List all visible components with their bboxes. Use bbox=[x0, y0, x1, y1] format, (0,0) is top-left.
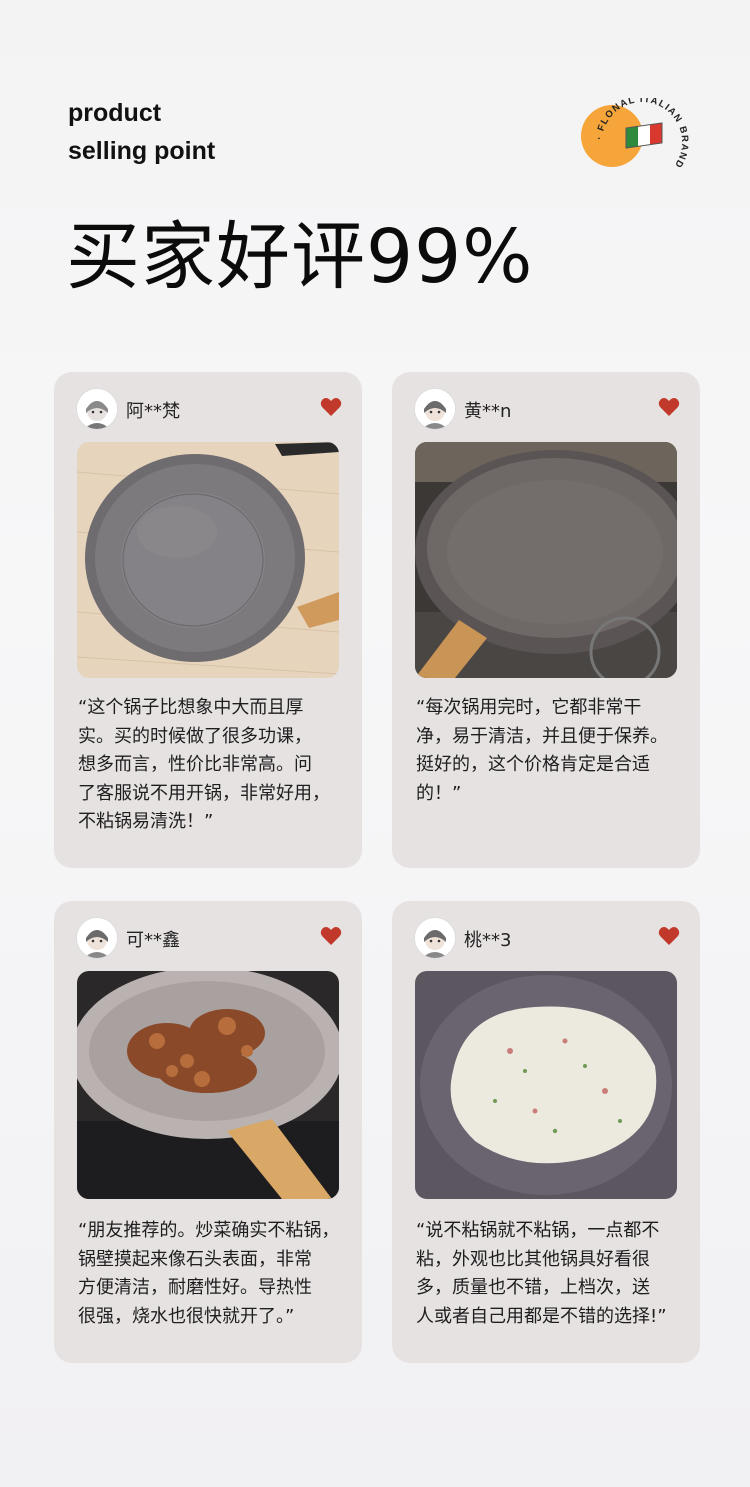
review-text: “每次锅用完时，它都非常干 净，易于清洁，并且便于保养。 挺好的，这个价格肯定是… bbox=[416, 694, 686, 808]
heading-line-product: product bbox=[68, 99, 162, 127]
review-line: 方便清洁，耐磨性好。导热性 bbox=[78, 1277, 312, 1298]
review-line: 粘，外观也比其他锅具好看很 bbox=[416, 1248, 650, 1270]
review-line: “说不粘锅就不粘锅，一点都不 bbox=[416, 1220, 660, 1241]
pan-on-gas-stove-photo bbox=[415, 442, 677, 678]
brand-logo: · FLONAL ITALIAN BRAND bbox=[578, 94, 696, 180]
review-text: “说不粘锅就不粘锅，一点都不 粘，外观也比其他锅具好看很 多，质量也不错，上档次… bbox=[416, 1217, 686, 1331]
review-line: “这个锅子比想象中大而且厚 bbox=[78, 697, 304, 718]
review-header: 黄**n bbox=[414, 388, 680, 430]
heart-icon[interactable] bbox=[320, 926, 342, 946]
reviewer-name: 桃**3 bbox=[464, 930, 512, 951]
heading-line-selling-point: selling point bbox=[68, 137, 216, 165]
review-line: 锅壁摸起来像石头表面，非常 bbox=[78, 1248, 312, 1270]
reviewer-name: 黄**n bbox=[464, 401, 512, 422]
review-line: 想多而言，性价比非常高。问 bbox=[78, 754, 312, 775]
selling-point-heading: product selling point bbox=[68, 94, 215, 170]
review-line: “每次锅用完时，它都非常干 bbox=[416, 697, 642, 718]
review-card-4: 桃**3 “说不粘锅就不粘锅，一点都不 粘，外观也比其他锅具好看很 多，质量也不… bbox=[392, 901, 700, 1363]
review-line: 净，易于清洁，并且便于保养。 bbox=[416, 725, 668, 747]
review-line: 多，质量也不错，上档次，送 bbox=[416, 1277, 650, 1298]
avatar[interactable] bbox=[414, 917, 456, 959]
review-header: 阿**梵 bbox=[76, 388, 342, 430]
review-header: 可**鑫 bbox=[76, 917, 342, 959]
review-card-1: 阿**梵 “这个锅子比想象中大而且厚 实。买的时候做了很多功课， 想多而言，性价… bbox=[54, 372, 362, 868]
review-line: 的！” bbox=[416, 782, 462, 804]
page-title: 买家好评99% bbox=[66, 214, 534, 300]
review-line: 挺好的，这个价格肯定是合适 bbox=[416, 754, 650, 775]
avatar[interactable] bbox=[76, 388, 118, 430]
reviewer-name: 阿**梵 bbox=[126, 401, 180, 422]
review-header: 桃**3 bbox=[414, 917, 680, 959]
reviewer-name: 可**鑫 bbox=[126, 930, 180, 951]
avatar[interactable] bbox=[76, 917, 118, 959]
review-card-3: 可**鑫 “朋友推荐的。炒菜确实不粘锅， 锅壁摸起来像石头表面，非常 方便清洁，… bbox=[54, 901, 362, 1363]
review-line: 了客服说不用开锅，非常好用， bbox=[78, 782, 330, 804]
avatar[interactable] bbox=[414, 388, 456, 430]
review-text: “朋友推荐的。炒菜确实不粘锅， 锅壁摸起来像石头表面，非常 方便清洁，耐磨性好。… bbox=[78, 1217, 348, 1331]
review-line: 很强，烧水也很快就开了。” bbox=[78, 1305, 295, 1327]
review-card-2: 黄**n “每次锅用完时，它都非常干 净，易于清洁，并且便于保养。 挺好的，这个… bbox=[392, 372, 700, 868]
review-text: “这个锅子比想象中大而且厚 实。买的时候做了很多功课， 想多而言，性价比非常高。… bbox=[78, 694, 348, 837]
stir-fried-meat-in-pan-photo bbox=[77, 971, 339, 1199]
heart-icon[interactable] bbox=[658, 397, 680, 417]
heart-icon[interactable] bbox=[320, 397, 342, 417]
gray-granite-frying-pan-photo bbox=[77, 442, 339, 678]
review-line: 实。买的时候做了很多功课， bbox=[78, 725, 312, 747]
heart-icon[interactable] bbox=[658, 926, 680, 946]
pancake-in-pan-photo bbox=[415, 971, 677, 1199]
review-line: 不粘锅易清洗！” bbox=[78, 811, 214, 832]
review-line: “朋友推荐的。炒菜确实不粘锅， bbox=[78, 1220, 340, 1241]
review-line: 人或者自己用都是不错的选择!” bbox=[416, 1305, 667, 1327]
